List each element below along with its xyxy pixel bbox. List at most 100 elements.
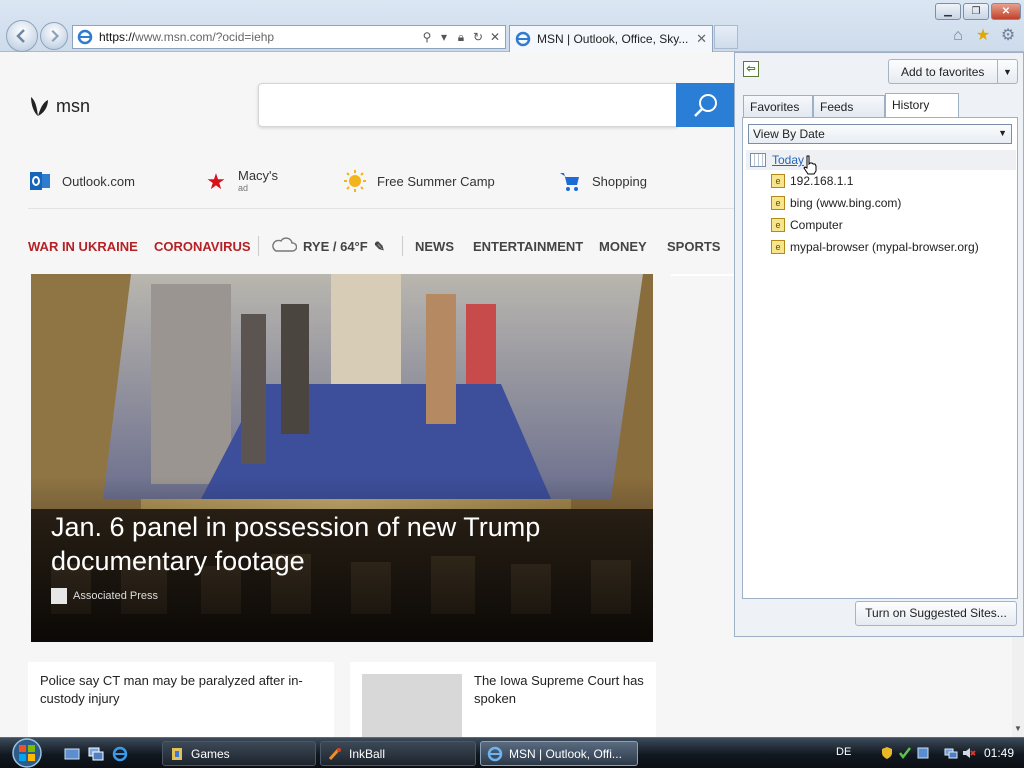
- quicklink-label: Outlook.com: [62, 173, 135, 189]
- taskbar-item-games[interactable]: Games: [162, 741, 316, 766]
- add-to-favorites-button[interactable]: Add to favorites ▼: [888, 59, 1018, 84]
- folder-page-icon: e: [771, 196, 785, 210]
- msn-logo[interactable]: msn: [28, 93, 90, 119]
- hand-cursor-icon: [803, 155, 817, 175]
- tab-msn[interactable]: MSN | Outlook, Office, Sky... ✕: [509, 25, 713, 52]
- nav-coronavirus[interactable]: CORONAVIRUS: [154, 239, 251, 254]
- history-item[interactable]: e mypal-browser (mypal-browser.org): [771, 240, 979, 254]
- nav-war-in-ukraine[interactable]: WAR IN UKRAINE: [28, 239, 138, 254]
- chevron-down-icon: ▼: [998, 128, 1007, 138]
- games-icon: [172, 747, 182, 760]
- divider: [258, 236, 259, 256]
- hero-source: Associated Press: [51, 588, 158, 604]
- url-text: https://www.msn.com/?ocid=iehp: [99, 30, 275, 44]
- lock-icon[interactable]: 🔒︎: [454, 30, 468, 44]
- tab-feeds[interactable]: Feeds: [813, 95, 885, 117]
- category-nav: WAR IN UKRAINE CORONAVIRUS RYE / 64°F ✎ …: [28, 231, 728, 261]
- history-item[interactable]: e bing (www.bing.com): [771, 196, 901, 210]
- tools-gear-icon[interactable]: ⚙: [998, 26, 1018, 46]
- input-language-indicator[interactable]: DE: [836, 746, 851, 758]
- back-arrow-icon: [16, 29, 25, 43]
- nav-entertainment[interactable]: ENTERTAINMENT: [473, 239, 583, 254]
- chevron-down-icon[interactable]: ▼: [997, 60, 1017, 83]
- nav-news[interactable]: NEWS: [415, 239, 454, 254]
- butterfly-icon: [31, 97, 48, 116]
- taskbar-clock[interactable]: 01:49: [984, 746, 1014, 760]
- nav-money[interactable]: MONEY: [599, 239, 647, 254]
- show-desktop-icon[interactable]: [64, 746, 80, 762]
- history-item[interactable]: e Computer: [771, 218, 843, 232]
- history-group-today[interactable]: Today: [746, 150, 1016, 170]
- scroll-down-arrow-icon[interactable]: ▼: [1012, 724, 1024, 737]
- card-headline[interactable]: Police say CT man may be paralyzed after…: [40, 672, 320, 708]
- pencil-icon[interactable]: ✎: [374, 239, 385, 255]
- card-headline[interactable]: The Iowa Supreme Court has spoken: [474, 672, 650, 708]
- minimize-button[interactable]: ▁: [935, 3, 961, 20]
- tab-history[interactable]: History: [885, 93, 959, 117]
- today-link[interactable]: Today: [772, 153, 804, 167]
- favorites-star-icon[interactable]: ★: [973, 26, 993, 46]
- history-item-label: Computer: [790, 218, 843, 232]
- quicklink-outlook[interactable]: Outlook.com: [28, 169, 135, 193]
- quicklink-summer-camp[interactable]: Free Summer Camp: [343, 169, 495, 193]
- taskbar-item-label: Games: [191, 746, 230, 761]
- history-item[interactable]: e 192.168.1.1: [771, 174, 853, 188]
- cloud-icon: [271, 235, 298, 256]
- hero-headline[interactable]: Jan. 6 panel in possession of new Trump …: [51, 510, 611, 578]
- taskbar-item-label: InkBall: [349, 746, 386, 761]
- back-button[interactable]: [6, 20, 38, 52]
- search-icon[interactable]: ⚲: [420, 30, 434, 44]
- network-icon[interactable]: [944, 746, 958, 760]
- inkball-icon: [328, 747, 341, 760]
- quicklink-label: Macy's: [238, 168, 279, 183]
- hero-image: [31, 274, 653, 642]
- pin-favorites-center-icon[interactable]: ⇦: [743, 61, 759, 77]
- browser-chrome: ▁ ❐ ✕ https://www.msn.com/?ocid=iehp ⚲ ▾…: [0, 0, 1024, 52]
- news-card[interactable]: The Iowa Supreme Court has spoken: [350, 662, 656, 737]
- history-item-label: bing (www.bing.com): [790, 196, 902, 210]
- stop-icon[interactable]: ✕: [488, 30, 502, 44]
- address-bar[interactable]: https://www.msn.com/?ocid=iehp ⚲ ▾ 🔒︎ ↻ …: [72, 25, 506, 49]
- add-to-favorites-label: Add to favorites: [901, 64, 985, 79]
- forward-arrow-icon: [51, 29, 60, 43]
- maximize-button[interactable]: ❐: [963, 3, 989, 20]
- source-label: Associated Press: [73, 590, 158, 602]
- internet-explorer-icon[interactable]: [112, 746, 128, 762]
- hero-story[interactable]: Jan. 6 panel in possession of new Trump …: [31, 274, 653, 642]
- view-by-value: View By Date: [753, 127, 825, 141]
- ad-label: ad: [238, 183, 249, 193]
- history-item-label: mypal-browser (mypal-browser.org): [790, 240, 979, 254]
- quicklink-shopping[interactable]: Shopping: [558, 169, 647, 193]
- shopping-cart-icon: [558, 169, 582, 193]
- taskbar-item-inkball[interactable]: InkBall: [320, 741, 476, 766]
- close-tab-icon[interactable]: ✕: [696, 31, 707, 47]
- magnifier-icon: [694, 94, 717, 117]
- history-list: View By Date ▼ Today e 192.168.1.1 e bin…: [742, 117, 1018, 599]
- nav-sports[interactable]: SPORTS: [667, 239, 720, 254]
- tab-favorites[interactable]: Favorites: [743, 95, 813, 117]
- refresh-icon[interactable]: ↻: [471, 30, 485, 44]
- security-shield-icon[interactable]: [880, 746, 894, 760]
- news-card[interactable]: Police say CT man may be paralyzed after…: [28, 662, 334, 737]
- close-window-button[interactable]: ✕: [991, 3, 1021, 20]
- nav-weather[interactable]: RYE / 64°F: [303, 239, 368, 254]
- updates-check-icon[interactable]: [898, 746, 912, 760]
- tab-title: MSN | Outlook, Office, Sky...: [537, 32, 689, 46]
- home-icon[interactable]: ⌂: [948, 26, 968, 46]
- dropdown-arrow-icon[interactable]: ▾: [437, 30, 451, 44]
- forward-button[interactable]: [40, 22, 68, 50]
- taskbar: Games InkBall MSN | Outlook, Offi... DE …: [0, 737, 1024, 768]
- switch-windows-icon[interactable]: [88, 746, 104, 762]
- search-button[interactable]: [676, 83, 736, 127]
- turn-on-suggested-sites-button[interactable]: Turn on Suggested Sites...: [855, 601, 1017, 626]
- ie-page-icon: [77, 29, 93, 45]
- windows-start-icon[interactable]: [6, 738, 48, 768]
- volume-muted-icon[interactable]: [962, 746, 976, 760]
- history-item-label: 192.168.1.1: [790, 174, 854, 188]
- quicklink-macys[interactable]: ★ Macy's ad: [204, 169, 278, 195]
- action-center-icon[interactable]: [916, 746, 930, 760]
- view-by-select[interactable]: View By Date ▼: [748, 124, 1012, 144]
- taskbar-item-msn[interactable]: MSN | Outlook, Offi...: [480, 741, 638, 766]
- new-tab-button[interactable]: [714, 25, 738, 49]
- search-input[interactable]: [258, 83, 678, 127]
